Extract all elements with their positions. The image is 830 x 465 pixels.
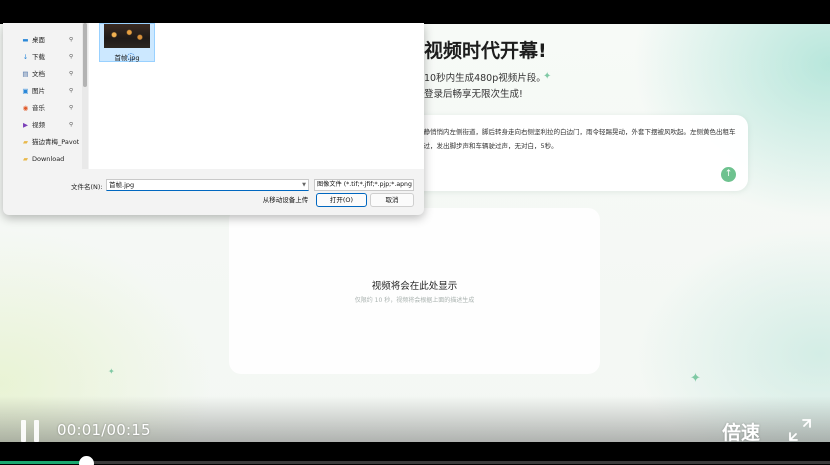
pause-icon <box>21 420 26 442</box>
sparkle-icon: ✦ <box>543 71 552 82</box>
time-readout: 00:01/00:15 <box>57 421 151 439</box>
filename-label: 文件名(N): <box>71 183 103 191</box>
pin-icon[interactable]: ⚲ <box>69 67 73 81</box>
filename-value: 首帧.jpg <box>109 181 135 189</box>
nav-item-label: 视频 <box>32 121 45 129</box>
nav-item-label: Download <box>32 155 65 163</box>
nav-item-label: 音乐 <box>32 104 45 112</box>
chevron-down-icon[interactable]: ▼ <box>302 180 306 190</box>
preview-placeholder-title: 视频将会在此处显示 <box>371 281 458 292</box>
music-icon: ◉ <box>22 104 29 112</box>
hero-title: 视频时代开幕! <box>424 40 547 62</box>
cancel-button[interactable]: 取消 <box>370 193 414 207</box>
file-item-selected[interactable]: 首帧.jpg ◌ <box>99 23 155 62</box>
hero-login-note: 登录后畅享无限次生成! <box>424 89 523 100</box>
prompt-text[interactable]: 夜静悄悄内左侧街道，脚后转身走向右侧坚利拉的白边门，雨令轻踢晃动，外套下摆被风吹… <box>417 125 737 153</box>
filename-input[interactable]: 首帧.jpg ▼ <box>106 179 309 191</box>
pin-icon[interactable]: ⚲ <box>69 50 73 64</box>
fullscreen-icon <box>789 419 811 441</box>
sparkle-icon: ✦ <box>108 367 115 376</box>
upload-from-mobile-button[interactable]: 从移动设备上传 <box>259 193 312 207</box>
video-icon: ▶ <box>23 121 28 129</box>
hero-description: 10秒内生成480p视频片段。 <box>424 73 546 84</box>
playback-speed-button[interactable]: 倍速 <box>722 418 760 445</box>
folder-icon: ▰ <box>23 138 28 146</box>
progress-handle[interactable] <box>79 456 95 465</box>
scrollbar-thumb[interactable] <box>83 23 87 87</box>
nav-item-label: 下载 <box>32 53 45 61</box>
pictures-icon: ▣ <box>22 87 29 95</box>
nav-item[interactable]: ▣ 图片 <box>21 84 83 98</box>
desktop-icon: ▬ <box>22 36 29 44</box>
navigation-scrollbar[interactable] <box>82 23 88 169</box>
sparkle-icon: ✦ <box>690 371 701 386</box>
filetype-value: 图像文件 (*.tif;*.jfif;*.pjp;*.apng <box>317 181 412 188</box>
pin-icon[interactable]: ⚲ <box>69 101 73 115</box>
file-open-dialog: ▬ 桌面 ⚲ ↓ 下载 ⚲ ▤ 文档 ⚲ ▣ 图片 ⚲ ◉ 音乐 ⚲ ▶ 视频 ⚲ ▰ 猫边青梅_Pavot ▰ Down… <box>3 23 424 215</box>
progress-track[interactable] <box>0 461 830 464</box>
send-button[interactable]: ↑ <box>721 167 736 182</box>
pin-icon[interactable]: ⚲ <box>69 33 73 47</box>
nav-item[interactable]: ↓ 下载 <box>21 50 83 64</box>
progress-fill <box>0 461 87 464</box>
folder-icon: ▰ <box>23 155 28 163</box>
document-icon: ▤ <box>22 70 29 78</box>
pin-icon[interactable]: ⚲ <box>69 118 73 132</box>
preview-placeholder-subtitle: 仅限约 10 秒，视频将会根据上面的描述生成 <box>354 297 475 304</box>
prompt-input-card[interactable]: 夜静悄悄内左侧街道，脚后转身走向右侧坚利拉的白边门，雨令轻踢晃动，外套下摆被风吹… <box>385 115 748 191</box>
busy-cursor-icon: ◌ <box>127 52 135 62</box>
top-letterbox <box>0 0 830 24</box>
nav-item-label: 文档 <box>32 70 45 78</box>
nav-item[interactable]: ▬ 桌面 <box>21 33 83 47</box>
nav-item[interactable]: ▤ 文档 <box>21 67 83 81</box>
nav-item[interactable]: ▰ Download <box>21 152 83 166</box>
nav-item[interactable]: ▰ 猫边青梅_Pavot <box>21 135 83 149</box>
arrow-up-icon: ↑ <box>724 169 733 179</box>
video-preview-area: 视频将会在此处显示 仅限约 10 秒，视频将会根据上面的描述生成 <box>229 208 600 374</box>
nav-item-label: 图片 <box>32 87 45 95</box>
download-icon: ↓ <box>22 53 29 61</box>
navigation-pane: ▬ 桌面 ⚲ ↓ 下载 ⚲ ▤ 文档 ⚲ ▣ 图片 ⚲ ◉ 音乐 ⚲ ▶ 视频 ⚲ ▰ 猫边青梅_Pavot ▰ Down… <box>3 23 82 169</box>
nav-item[interactable]: ▶ 视频 <box>21 118 83 132</box>
open-button[interactable]: 打开(O) <box>316 193 367 207</box>
image-thumbnail <box>104 24 150 48</box>
nav-item[interactable]: ◉ 音乐 <box>21 101 83 115</box>
pause-icon <box>34 420 39 442</box>
file-list-pane: 首帧.jpg ◌ <box>89 23 424 169</box>
screen: 视频时代开幕! 10秒内生成480p视频片段。 登录后畅享无限次生成! ✦ ✦ … <box>0 0 830 465</box>
nav-item-label: 桌面 <box>32 36 45 44</box>
filetype-select[interactable]: 图像文件 (*.tif;*.jfif;*.pjp;*.apng <box>314 179 414 191</box>
nav-item-label: 猫边青梅_Pavot <box>32 138 80 146</box>
pin-icon[interactable]: ⚲ <box>69 84 73 98</box>
progress-area <box>0 442 830 465</box>
pause-button[interactable] <box>21 420 39 442</box>
fullscreen-button[interactable] <box>788 418 812 442</box>
